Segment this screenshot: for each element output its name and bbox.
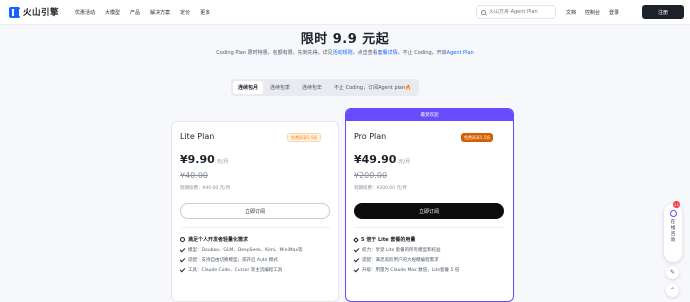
check-icon (179, 266, 186, 272)
pro-plan-card: 最受欢迎 Pro Plan 免费再享5.5折 ¥49.90 元/月 ¥200.0… (345, 108, 514, 302)
docs-link[interactable]: 文档 (566, 9, 576, 16)
price: ¥9.90 元/月 (180, 153, 228, 166)
list-item: 适配：支持自由切换模型，或开启 Auto 模式 (179, 255, 303, 265)
online-consult-widget[interactable]: 24 在线咨询 (664, 201, 682, 262)
login-link[interactable]: 登录 (609, 9, 619, 16)
hero-subtitle: Coding Plan 限时特惠，名额有限，先到先得，详见活动规则，点击查看套餐… (0, 49, 690, 56)
billing-tabs: 连续包月 连续包季 连续包年 不止 Coding，订阅Agent plan🔥 (231, 79, 419, 96)
check-icon (353, 266, 360, 272)
top-links: 文档 控制台 登录 (566, 0, 619, 25)
diamond-icon (353, 236, 359, 243)
tab-quarterly[interactable]: 连续包季 (265, 81, 295, 94)
lite-plan-card: Lite Plan 免费再享5.5折 ¥9.90 元/月 ¥40.00 到期续费… (171, 121, 339, 302)
nav-item-models[interactable]: 大模型 (105, 9, 120, 16)
check-icon (353, 246, 360, 252)
chat-icon (669, 210, 677, 217)
list-item: 模型：Doubao、GLM、DeepSeek、Kimi、MiniMax等 (179, 245, 303, 255)
subtitle-mid: ，点击查看 (352, 50, 378, 56)
feature-heading: 满足个人开发者轻量化需求 (180, 236, 248, 243)
original-price: ¥40.00 (180, 171, 208, 180)
renewal-price: 到期续费：¥200.00 元/月 (354, 186, 408, 191)
plan-details-link[interactable]: 套餐详情 (378, 50, 398, 56)
price-unit: 元/月 (216, 159, 229, 165)
discount-badge: 免费再享5.5折 (461, 133, 494, 142)
feature-text: 升级：用量为 Claude Max 数倍，Lite套餐 5 倍 (362, 268, 460, 273)
agent-plan-link[interactable]: Agent Plan (447, 50, 474, 56)
consult-label: 在线咨询 (670, 220, 676, 243)
notification-badge: 24 (673, 201, 680, 208)
brand-logo[interactable]: 火山引擎 (9, 6, 59, 18)
tab-monthly[interactable]: 连续包月 (233, 81, 264, 94)
feature-list: 模型：Doubao、GLM、DeepSeek、Kimi、MiniMax等 适配：… (179, 245, 303, 275)
subscribe-button[interactable]: 立即订阅 (354, 203, 504, 219)
divider (180, 227, 330, 228)
feature-text: 工具：Claude Code、Cursor 等主流编程工具 (188, 268, 283, 273)
renewal-price: 到期续费：¥40.00 元/月 (180, 186, 231, 191)
feature-heading-text: 5 倍于 Lite 套餐的用量 (361, 237, 416, 243)
nav-item-products[interactable]: 产品 (130, 9, 140, 16)
page-title: 限时 9.9 元起 (300, 32, 390, 47)
list-item: 适配：满足高阶用户的大规模编程需求 (353, 255, 459, 265)
price-value: ¥49.90 (354, 153, 397, 166)
subscribe-button[interactable]: 立即订阅 (180, 203, 330, 219)
list-item: 权力：享受 Lite 套餐的所有模型和权益 (353, 245, 459, 255)
feature-list: 权力：享受 Lite 套餐的所有模型和权益 适配：满足高阶用户的大规模编程需求 … (353, 245, 460, 275)
plan-name: Lite Plan (180, 132, 215, 141)
check-icon (353, 256, 360, 262)
price-value: ¥9.90 (180, 153, 215, 166)
user-icon (180, 237, 185, 242)
list-item: 升级：用量为 Claude Max 数倍，Lite套餐 5 倍 (353, 265, 460, 275)
register-button[interactable]: 注册 (642, 5, 684, 19)
rules-link[interactable]: 活动规则 (333, 50, 353, 56)
tab-agent-plan[interactable]: 不止 Coding，订阅Agent plan🔥 (329, 81, 416, 94)
check-icon (179, 246, 186, 252)
feature-text: 适配：满足高阶用户的大规模编程需求 (362, 258, 439, 263)
original-price: ¥200.00 (354, 171, 388, 180)
logo-text: 火山引擎 (23, 8, 60, 18)
list-item: 工具：Claude Code、Cursor 等主流编程工具 (179, 265, 303, 275)
nav-item-more[interactable]: 更多 (200, 9, 210, 16)
discount-badge: 免费再享5.5折 (287, 133, 322, 142)
feature-heading-text: 满足个人开发者轻量化需求 (188, 237, 249, 243)
feature-text: 权力：享受 Lite 套餐的所有模型和权益 (362, 248, 441, 253)
feedback-icon[interactable]: ✎ (666, 266, 679, 279)
price: ¥49.90 元/月 (354, 153, 410, 166)
tab-yearly[interactable]: 连续包年 (297, 81, 327, 94)
plan-name: Pro Plan (354, 132, 387, 141)
feature-text: 模型：Doubao、GLM、DeepSeek、Kimi、MiniMax等 (188, 248, 303, 253)
subtitle-text: Coding Plan 限时特惠，名额有限，先到先得，详见 (216, 50, 333, 56)
search-box[interactable] (476, 5, 556, 19)
nav-menu: 优惠活动 大模型 产品 解决方案 定价 更多 (75, 9, 210, 16)
price-unit: 元/月 (398, 159, 411, 165)
popular-banner: 最受欢迎 (346, 109, 513, 121)
back-to-top-icon[interactable]: ⌃ (666, 284, 679, 297)
search-input[interactable] (489, 9, 553, 15)
logo-icon (9, 6, 21, 18)
feature-heading: 5 倍于 Lite 套餐的用量 (353, 236, 416, 243)
nav-item-promotions[interactable]: 优惠活动 (75, 9, 95, 16)
nav-item-pricing[interactable]: 定价 (180, 9, 190, 16)
divider (354, 227, 504, 228)
console-link[interactable]: 控制台 (585, 9, 600, 16)
check-icon (179, 256, 186, 262)
top-navigation: 火山引擎 优惠活动 大模型 产品 解决方案 定价 更多 文档 控制台 登录 注册 (0, 0, 690, 25)
nav-item-solutions[interactable]: 解决方案 (150, 9, 170, 16)
subtitle-tail: 。不止 Coding，开启 (397, 50, 447, 56)
feature-text: 适配：支持自由切换模型，或开启 Auto 模式 (188, 258, 278, 263)
search-icon (481, 9, 486, 15)
